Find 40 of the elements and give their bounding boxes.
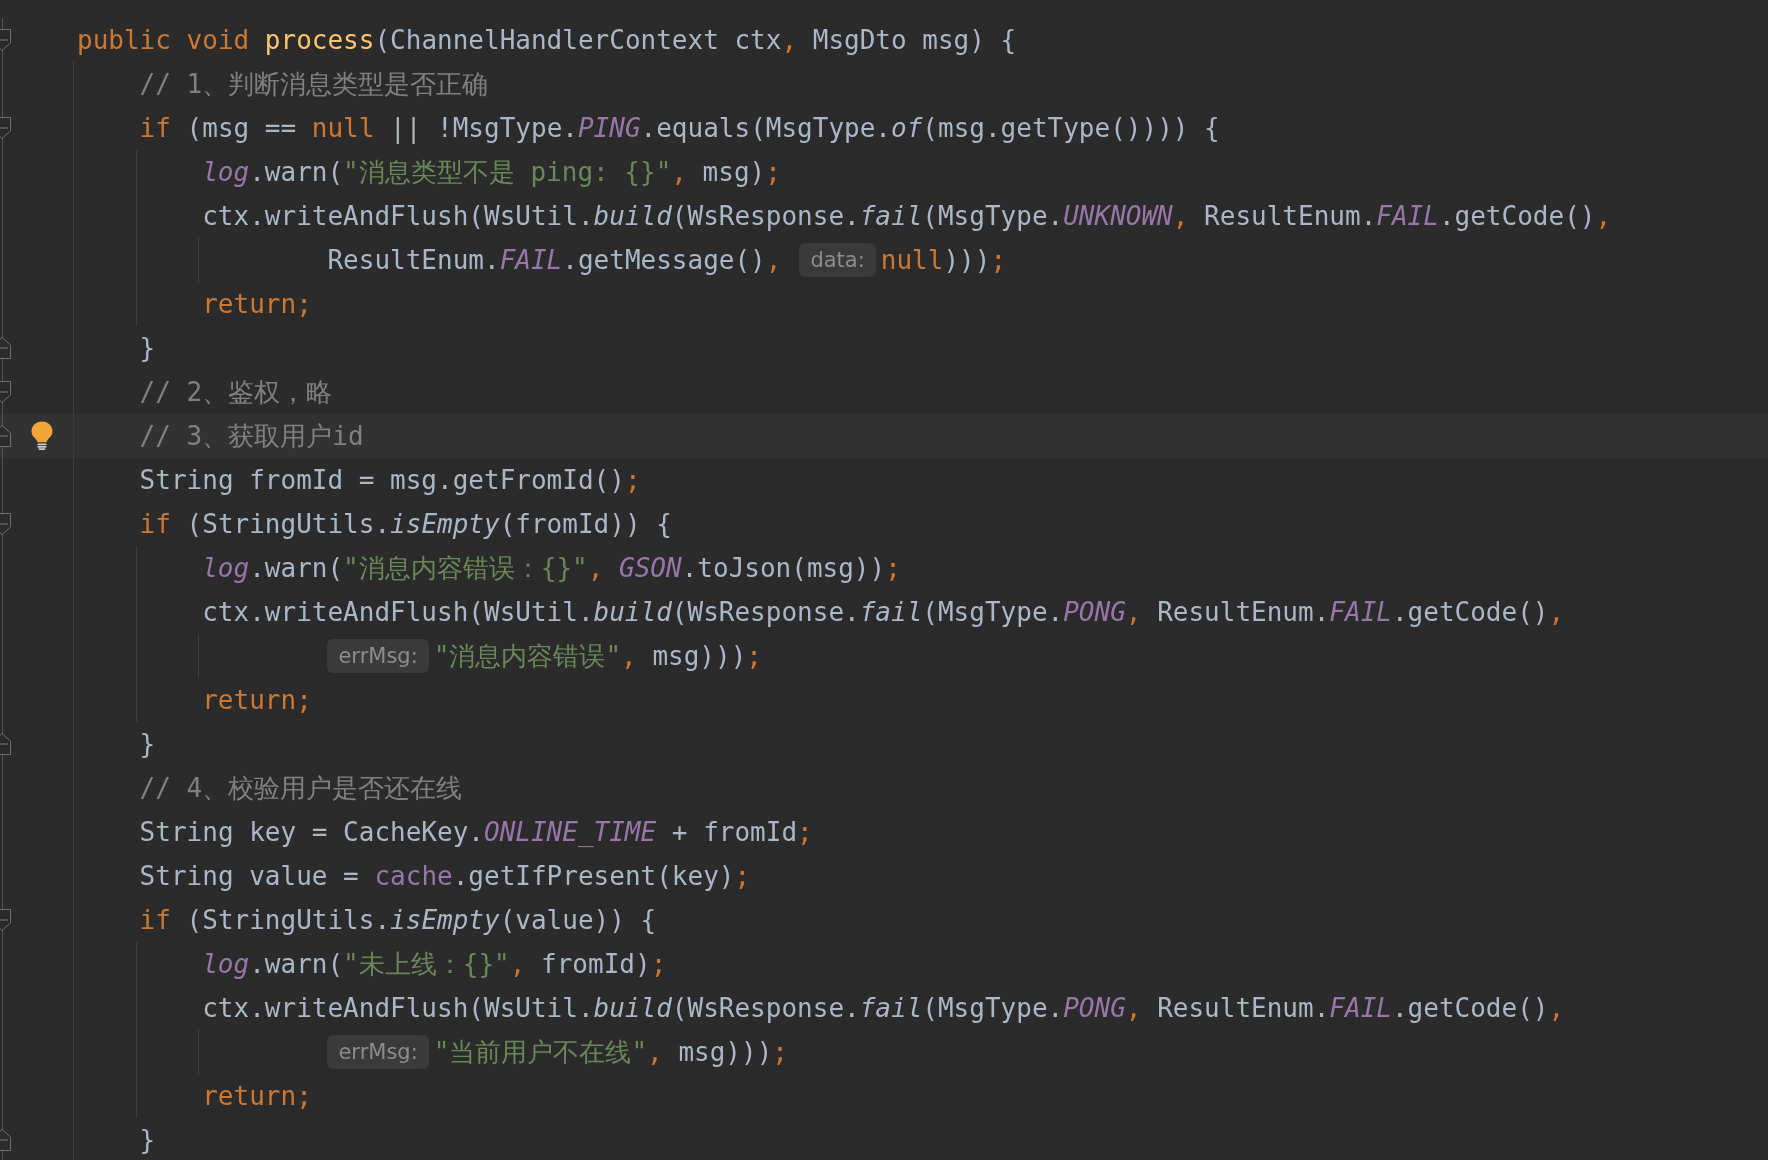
code-line: ctx.writeAndFlush(WsUtil.build(WsResponse.fail(MsgType.PONG, ResultEnum.FAIL.getCode(), [202,597,1565,627]
code-line: ctx.writeAndFlush(WsUtil.build(WsResponse.fail(MsgType.UNKNOWN, ResultEnum.FAIL.getCode(), [202,201,1612,231]
code-line: String value = cache.getIfPresent(key); [139,861,751,891]
code-text: null))); [880,245,1007,275]
parameter-hint: errMsg: [327,639,429,673]
code-line: return; [202,685,312,715]
code-line: if (msg == null || !MsgType.PING.equals(MsgType.of(msg.getType()))) { [139,113,1220,143]
code-line: // 2、鉴权，略 [139,377,333,407]
code-text: "当前用户不在线", msg))); [433,1037,788,1067]
code-line: // 4、校验用户是否还在线 [139,773,463,803]
code-line: } [139,729,156,759]
code-line: return; [202,289,312,319]
fold-icon[interactable] [0,909,11,931]
fold-icon[interactable] [0,1129,11,1151]
code-line: } [139,1125,156,1155]
code-line: log.warn("消息类型不是 ping: {}", msg); [202,157,781,187]
lightbulb-icon[interactable] [31,421,53,450]
parameter-hint: data: [799,243,876,277]
fold-icon[interactable] [0,29,11,51]
fold-icon[interactable] [0,513,11,535]
code-line: ctx.writeAndFlush(WsUtil.build(WsResponse.fail(MsgType.PONG, ResultEnum.FAIL.getCode(), [202,993,1565,1023]
fold-icon[interactable] [0,117,11,139]
code-line: log.warn("未上线：{}", fromId); [202,949,667,979]
code-line: String fromId = msg.getFromId(); [139,465,641,495]
code-text: ResultEnum.FAIL.getMessage(), [327,245,782,275]
code-line: public void process(ChannelHandlerContext ctx, MsgDto msg) { [77,25,1017,55]
code-line: // 3、获取用户id [139,421,364,451]
code-line: log.warn("消息内容错误：{}", GSON.toJson(msg)); [202,553,901,583]
code-text: "消息内容错误", msg))); [433,641,762,671]
code-line: // 1、判断消息类型是否正确 [139,69,489,99]
code-line: if (StringUtils.isEmpty(fromId)) { [139,509,672,539]
fold-icon[interactable] [0,381,11,403]
code-line: } [139,333,156,363]
fold-icon[interactable] [0,425,11,447]
fold-icon[interactable] [0,733,11,755]
code-line: return; [202,1081,312,1111]
code-line: String key = CacheKey.ONLINE_TIME + fromId; [139,817,813,847]
parameter-hint: errMsg: [327,1035,429,1069]
code-line: if (StringUtils.isEmpty(value)) { [139,905,657,935]
fold-icon[interactable] [0,337,11,359]
